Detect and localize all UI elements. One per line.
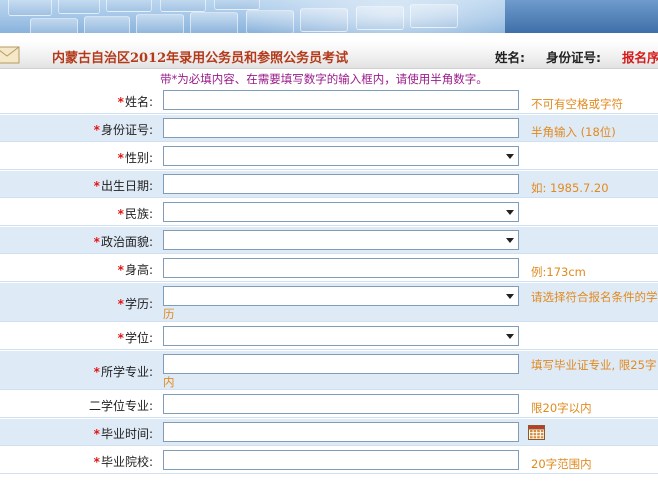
- required-marker: *: [93, 235, 100, 249]
- field-label: *政治面貌:: [94, 233, 153, 250]
- required-marker: *: [117, 263, 124, 277]
- name-label: 姓名:: [495, 50, 525, 65]
- calendar-icon[interactable]: [528, 425, 545, 440]
- field-hint: 请选择符合报名条件的学: [531, 290, 658, 304]
- required-marker: *: [117, 207, 124, 221]
- field-hint: 半角输入 (18位): [531, 125, 616, 139]
- field-label-text: 学历:: [124, 297, 153, 311]
- field-label-text: 所学专业:: [100, 365, 153, 379]
- required-marker: *: [117, 95, 124, 109]
- dropdown-arrow-icon[interactable]: [506, 238, 514, 243]
- text-field[interactable]: [163, 394, 519, 414]
- required-marker: *: [93, 123, 100, 137]
- form-row: *学历: 请选择符合报名条件的学历: [0, 282, 658, 322]
- form-row: *民族:: [0, 198, 658, 226]
- field-label: 二学位专业:: [89, 397, 153, 414]
- field-label-text: 身高:: [124, 263, 153, 277]
- field-label: *毕业时间:: [94, 425, 153, 442]
- required-marker: *: [117, 151, 124, 165]
- field-hint: 填写毕业证专业, 限25字: [531, 358, 657, 372]
- field-label: *学历:: [118, 295, 153, 312]
- field-label: *身高:: [118, 261, 153, 278]
- form-row: *所学专业: 填写毕业证专业, 限25字内: [0, 350, 658, 390]
- field-label-text: 出生日期:: [100, 179, 153, 193]
- select-field[interactable]: [163, 286, 519, 306]
- form-row: 二学位专业: 限20字以内: [0, 390, 658, 418]
- registration-number-label: 报名序: [622, 50, 658, 65]
- field-hint: 限20字以内: [531, 401, 592, 415]
- dropdown-arrow-icon[interactable]: [506, 334, 514, 339]
- field-hint-continuation: 内: [163, 375, 175, 389]
- select-field[interactable]: [163, 202, 519, 222]
- date-field[interactable]: [163, 422, 519, 442]
- dropdown-arrow-icon[interactable]: [506, 210, 514, 215]
- field-label-text: 毕业时间:: [100, 427, 153, 441]
- field-hint: 不可有空格或字符: [531, 97, 623, 111]
- select-field[interactable]: [163, 146, 519, 166]
- required-marker: *: [117, 331, 124, 345]
- text-field[interactable]: [163, 258, 519, 278]
- text-field[interactable]: [163, 354, 519, 374]
- required-marker: *: [93, 427, 100, 441]
- required-marker: *: [93, 455, 100, 469]
- field-hint-continuation: 历: [163, 307, 175, 321]
- select-field[interactable]: [163, 230, 519, 250]
- field-label-text: 政治面貌:: [100, 235, 153, 249]
- dropdown-arrow-icon[interactable]: [506, 294, 514, 299]
- required-marker: *: [93, 179, 100, 193]
- form-row: *身高: 例:173cm: [0, 254, 658, 282]
- form-title: 内蒙古自治区2012年录用公务员和参照公务员考试: [52, 51, 349, 66]
- dropdown-arrow-icon[interactable]: [506, 154, 514, 159]
- top-banner: [0, 0, 658, 33]
- text-field[interactable]: [163, 118, 519, 138]
- form-row: *出生日期: 如: 1985.7.20: [0, 170, 658, 198]
- field-label-text: 学位:: [124, 331, 153, 345]
- id-number-label: 身份证号:: [546, 50, 601, 65]
- field-label: *民族:: [118, 205, 153, 222]
- form-row: *毕业院校: 20字范围内: [0, 446, 658, 474]
- form-row: *姓名: 不可有空格或字符: [0, 86, 658, 114]
- form-notice: 带*为必填内容、在需要填写数字的输入框内，请使用半角数字。: [160, 72, 488, 86]
- text-field[interactable]: [163, 174, 519, 194]
- field-hint: 如: 1985.7.20: [531, 181, 609, 195]
- text-field[interactable]: [163, 450, 519, 470]
- form-title-bar: 内蒙古自治区2012年录用公务员和参照公务员考试 姓名: 身份证号: 报名序: [0, 41, 658, 69]
- form-row: *毕业时间:: [0, 418, 658, 446]
- field-label: *性别:: [118, 149, 153, 166]
- field-label: *身份证号:: [94, 121, 153, 138]
- field-label-text: 毕业院校:: [100, 455, 153, 469]
- field-label-text: 民族:: [124, 207, 153, 221]
- field-label: *出生日期:: [94, 177, 153, 194]
- field-hint: 例:173cm: [531, 265, 586, 279]
- form-row: *学位:: [0, 322, 658, 350]
- field-label: *毕业院校:: [94, 453, 153, 470]
- required-marker: *: [93, 365, 100, 379]
- field-hint: 20字范围内: [531, 457, 592, 471]
- field-label-text: 姓名:: [124, 95, 153, 109]
- form-row: *身份证号: 半角输入 (18位): [0, 114, 658, 142]
- field-label: *姓名:: [118, 93, 153, 110]
- text-field[interactable]: [163, 90, 519, 110]
- registration-form: *姓名: 不可有空格或字符 *身份证号: 半角输入 (18位) *性别: *出生日期: 如:…: [0, 86, 658, 474]
- select-field[interactable]: [163, 326, 519, 346]
- required-marker: *: [117, 297, 124, 311]
- field-label-text: 性别:: [124, 151, 153, 165]
- form-row: *政治面貌:: [0, 226, 658, 254]
- field-label-text: 身份证号:: [100, 123, 153, 137]
- form-row: *性别:: [0, 142, 658, 170]
- field-label-text: 二学位专业:: [88, 399, 153, 413]
- field-label: *学位:: [118, 329, 153, 346]
- field-label: *所学专业:: [94, 363, 153, 380]
- envelope-icon: [0, 46, 20, 64]
